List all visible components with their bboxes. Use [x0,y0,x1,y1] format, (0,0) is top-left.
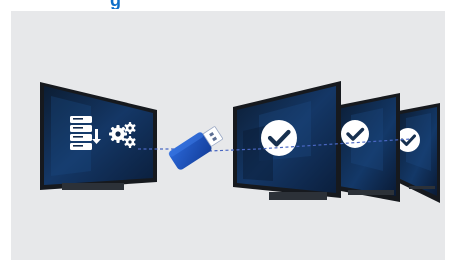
tv-1-stand [269,192,327,200]
illustration-panel [11,11,445,260]
checkmark-icon [261,120,297,156]
page: g [0,0,456,260]
source-tv-stand [62,183,124,190]
clone-illustration [11,11,445,260]
checkmark-icon [341,120,369,148]
heading-fragment: g [110,0,121,9]
